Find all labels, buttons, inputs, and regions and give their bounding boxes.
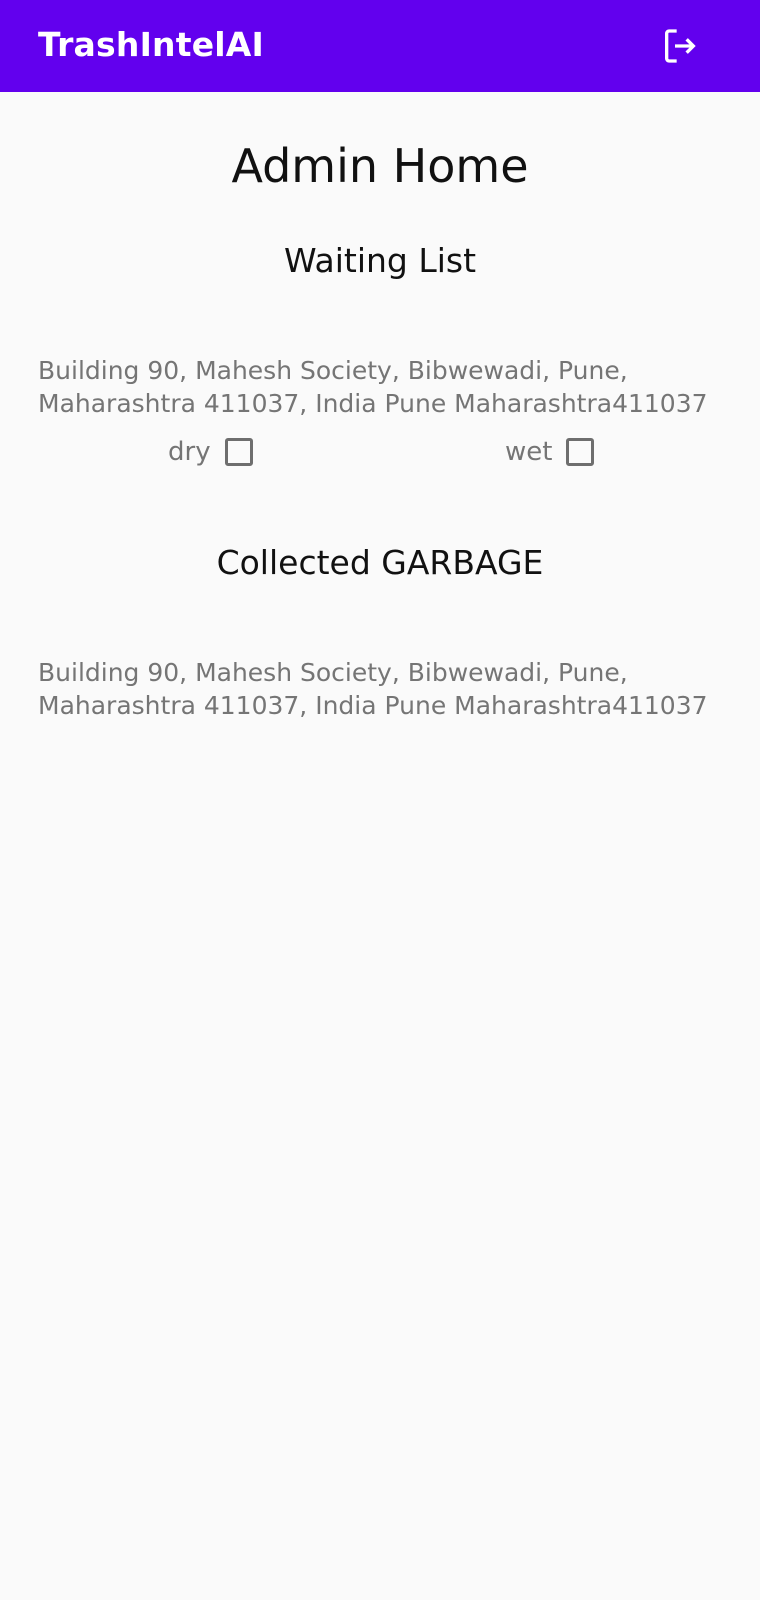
collected-garbage-heading: Collected GARBAGE	[216, 543, 544, 582]
dry-checkbox-row[interactable]: dry	[168, 435, 253, 469]
dry-checkbox[interactable]	[224, 438, 253, 466]
wet-label: wet	[505, 437, 553, 467]
logout-button[interactable]	[654, 20, 706, 72]
app-title: TrashIntelAI	[38, 25, 265, 64]
waiting-list-heading: Waiting List	[283, 241, 477, 280]
wet-checkbox-row[interactable]: wet	[505, 435, 595, 469]
wet-checkbox[interactable]	[566, 438, 595, 466]
waiting-list-address: Building 90, Mahesh Society, Bibwewadi, …	[38, 356, 708, 418]
dry-label: dry	[168, 437, 211, 467]
collected-address: Building 90, Mahesh Society, Bibwewadi, …	[38, 658, 708, 720]
page-title: Admin Home	[231, 139, 529, 193]
logout-icon	[665, 29, 696, 63]
app-bar: TrashIntelAI	[0, 0, 760, 92]
